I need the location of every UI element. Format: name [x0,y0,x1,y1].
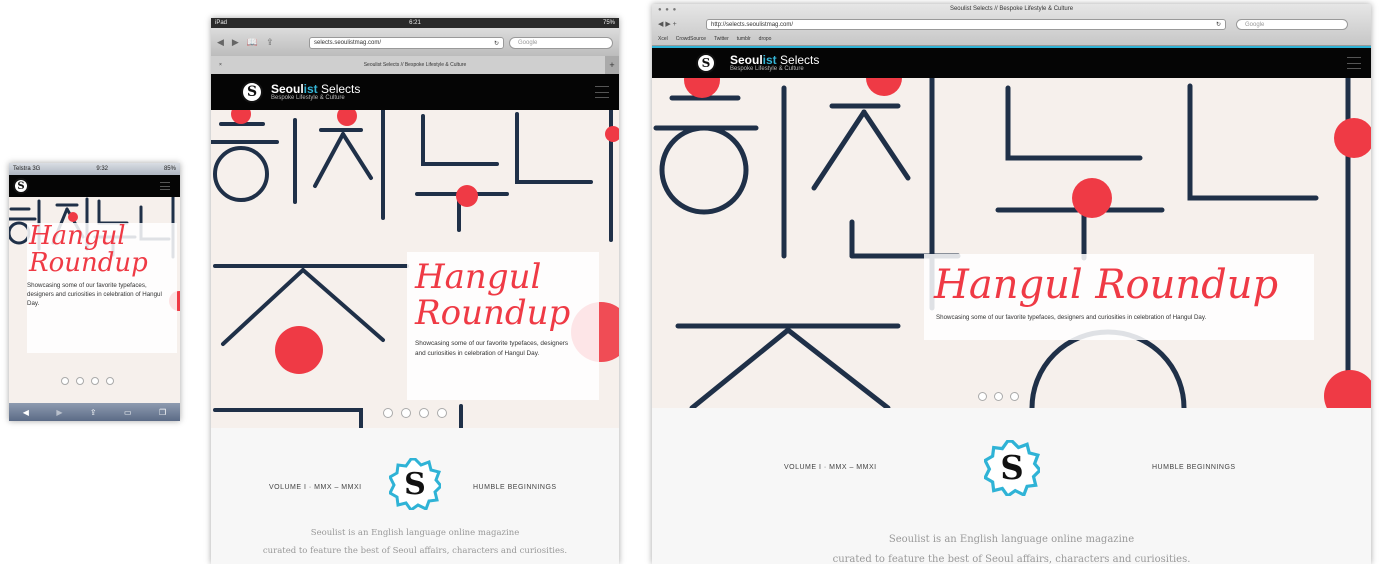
safari-toolbar: ◀ ▶ ⇪ ▭ ❐ [9,403,180,421]
slider-dots[interactable] [383,408,447,418]
menu-icon[interactable] [1347,57,1361,69]
hangul-artwork [653,78,1371,408]
phone-mockup: Telstra 3G 9:32 85% S Hangul Roundup Sho… [9,163,180,421]
seal-badge: S [984,440,1040,496]
volume-label: VOLUME I · MMX – MMXI [784,464,877,471]
window-title: Seoulist Selects // Bespoke Lifestyle & … [949,6,1074,12]
hero-caption-card: Hangul Roundup Showcasing some of our fa… [27,221,177,353]
battery-label: 75% [602,20,615,26]
hero-caption-card: Hangul Roundup Showcasing some of our fa… [407,252,599,400]
phone-status-bar: Telstra 3G 9:32 85% [9,163,180,175]
site-logo[interactable]: S [241,81,263,103]
search-field[interactable]: Google [1236,19,1348,30]
bookmark-item[interactable]: Xcel [658,36,668,42]
hero-caption-card: Hangul Roundup Showcasing some of our fa… [924,254,1314,340]
site-header: S Seoulist Selects Bespoke Lifestyle & C… [652,48,1371,78]
brand-block[interactable]: Seoulist Selects Bespoke Lifestyle & Cul… [271,82,360,102]
intro-line-2: curated to feature the best of Seoul aff… [832,554,1191,564]
battery-label: 85% [163,166,176,172]
share-icon[interactable]: ⇪ [266,37,274,48]
close-tab-icon[interactable]: × [219,56,222,74]
carrier-label: Telstra 3G [13,166,41,172]
clock-label: 9:32 [96,166,108,172]
brand-block[interactable]: Seoulist Selects Bespoke Lifestyle & Cul… [730,53,819,73]
bookmark-item[interactable]: Twitter [714,36,729,42]
hero-title-line1: Hangul [29,221,126,251]
seal-letter: S [1000,449,1023,487]
intro-line-2: curated to feature the best of Seoul aff… [262,546,568,556]
forward-arrow-icon[interactable]: ▶ [232,37,239,48]
reload-icon[interactable]: ↻ [494,40,503,47]
browser-chrome: Seoulist Selects // Bespoke Lifestyle & … [652,4,1371,46]
tabs-icon[interactable]: ❐ [159,408,166,417]
brand-tagline: Bespoke Lifestyle & Culture [730,66,804,73]
hero-title: Hangul Roundup [934,262,1279,308]
volume-label: VOLUME I · MMX – MMXI [269,484,362,491]
site-header: S Seoulist Selects Bespoke Lifestyle & C… [211,74,619,110]
back-arrow-icon[interactable]: ◀ [217,37,224,48]
brand-tagline: Bespoke Lifestyle & Culture [271,95,345,102]
motto-label: HUMBLE BEGINNINGS [473,484,557,491]
menu-icon[interactable] [160,182,170,190]
url-field[interactable]: http://selects.seoulistmag.com/↻ [706,19,1226,30]
bookmarks-icon[interactable]: 📖 [247,37,258,48]
hero-slider[interactable]: Hangul Roundup Showcasing some of our fa… [211,110,619,428]
reload-icon[interactable]: ↻ [1216,21,1225,28]
tab-title[interactable]: Seoulist Selects // Bespoke Lifestyle & … [211,56,619,74]
intro-line-1: Seoulist is an English language online m… [310,528,520,538]
hero-title-line1: Hangul [415,257,542,297]
hero-subtitle: Showcasing some of our favorite typeface… [27,281,162,307]
menu-icon[interactable] [595,86,609,98]
hero-subtitle: Showcasing some of our favorite typeface… [415,340,569,357]
add-tab-icon[interactable]: + [605,56,619,74]
hero-slider[interactable]: Hangul Roundup Showcasing some of our fa… [9,197,180,405]
bookmarks-bar: Xcel CrowdSource Twitter tumblr dropo [652,33,1371,44]
slider-dots[interactable] [61,377,114,385]
hero-slider[interactable]: Hangul Roundup Showcasing some of our fa… [652,78,1371,408]
window-controls[interactable]: ● ● ● [658,7,677,13]
hero-subtitle: Showcasing some of our favorite typeface… [936,314,1207,321]
desktop-browser-mockup: Seoulist Selects // Bespoke Lifestyle & … [652,4,1371,564]
seal-badge: S [389,458,441,510]
url-field[interactable]: selects.seoulistmag.com/↻ [309,37,504,49]
site-header: S [9,175,180,197]
tablet-status-bar: iPad 6:21 75% [211,18,619,28]
lower-section: VOLUME I · MMX – MMXI S HUMBLE BEGINNING… [652,408,1371,564]
search-field[interactable]: Google [509,37,613,49]
share-icon[interactable]: ⇪ [90,408,97,417]
bookmark-item[interactable]: CrowdSource [676,36,706,42]
intro-line-1: Seoulist is an English language online m… [888,534,1135,545]
back-arrow-icon[interactable]: ◀ [23,408,29,417]
hero-title-line2: Roundup [415,292,571,333]
site-logo[interactable]: S [13,178,29,194]
lower-section: VOLUME I · MMX – MMXI S HUMBLE BEGINNING… [211,428,619,564]
bookmarks-icon[interactable]: ▭ [124,408,132,417]
forward-arrow-icon[interactable]: ▶ [56,408,62,417]
nav-buttons[interactable]: ◀ ▶ + [658,20,677,28]
slider-dots[interactable] [978,392,1019,401]
seal-letter: S [404,467,426,502]
bookmark-item[interactable]: tumblr [737,36,751,42]
device-label: iPad [215,20,228,26]
clock-label: 6:21 [409,20,421,26]
hero-title-line2: Roundup [29,248,148,279]
motto-label: HUMBLE BEGINNINGS [1152,464,1236,471]
bookmark-item[interactable]: dropo [759,36,772,42]
site-logo[interactable]: S [696,53,716,73]
tablet-mockup: iPad 6:21 75% ◀ ▶ 📖 ⇪ selects.seoulistma… [211,18,619,564]
